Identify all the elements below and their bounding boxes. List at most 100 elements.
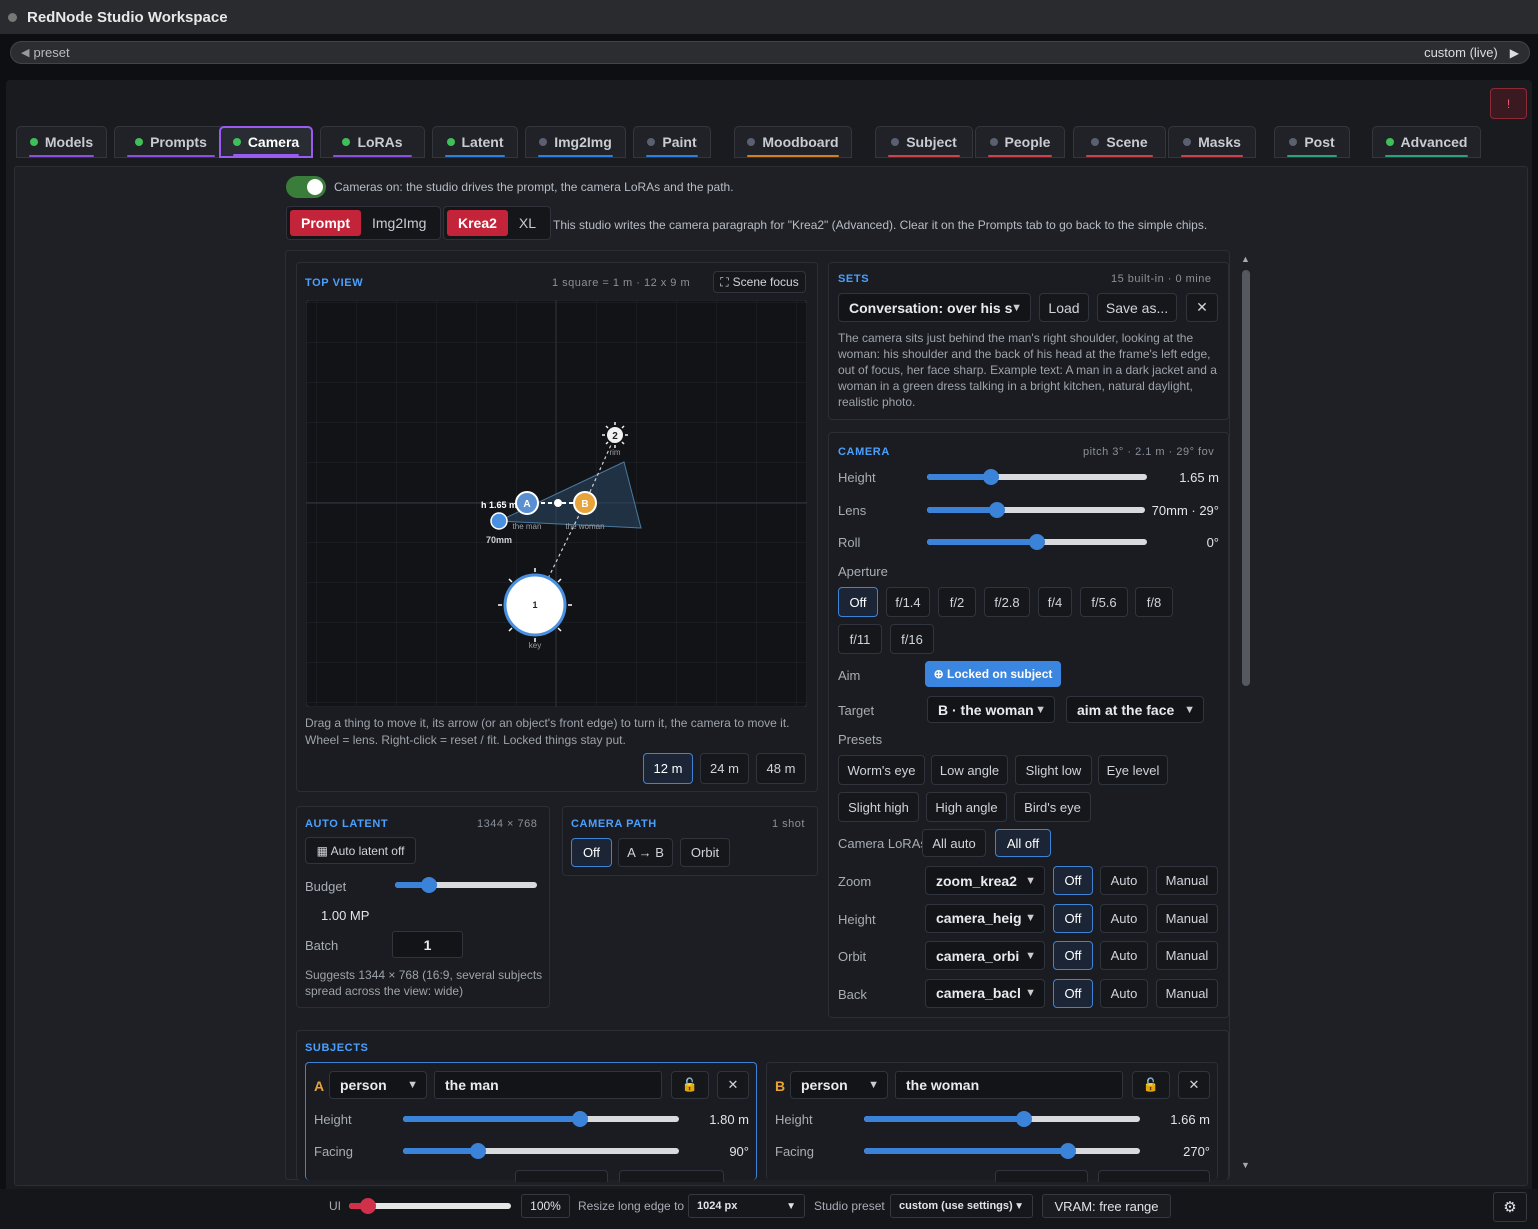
camera-preset-button[interactable]: Worm's eye bbox=[838, 755, 925, 785]
lora-mode-off-button[interactable]: Off bbox=[1053, 866, 1093, 895]
tab-camera[interactable]: Camera bbox=[219, 126, 313, 158]
ui-scale-value[interactable]: 100% bbox=[521, 1194, 570, 1218]
model-krea2-button[interactable]: Krea2 bbox=[447, 210, 508, 236]
subject-name-input[interactable]: the man bbox=[434, 1071, 662, 1099]
sets-load-button[interactable]: Load bbox=[1039, 293, 1089, 322]
preset-bar[interactable]: ◀ preset custom (live) ▶ bbox=[10, 41, 1530, 64]
subject-type-select[interactable]: person ▼ bbox=[790, 1071, 888, 1099]
tab-subject[interactable]: Subject bbox=[875, 126, 973, 158]
aperture-option[interactable]: f/2.8 bbox=[984, 587, 1030, 617]
subject-height-slider[interactable] bbox=[403, 1111, 679, 1127]
tab-img2img[interactable]: Img2Img bbox=[525, 126, 626, 158]
alert-button[interactable]: ! bbox=[1490, 88, 1527, 119]
lora-select[interactable]: camera_heig ▼ bbox=[925, 903, 1045, 933]
close-icon[interactable]: ✕ bbox=[1178, 1071, 1210, 1099]
lora-mode-auto-button[interactable]: Auto bbox=[1100, 903, 1148, 933]
tab-loras[interactable]: LoRAs bbox=[320, 126, 425, 158]
camera-preset-button[interactable]: Slight low bbox=[1015, 755, 1092, 785]
play-icon[interactable]: ▶ bbox=[1510, 46, 1519, 60]
studio-preset-select[interactable]: custom (use settings) ▼ bbox=[890, 1194, 1033, 1218]
lora-select[interactable]: camera_orbi ▼ bbox=[925, 941, 1045, 970]
lora-mode-manual-button[interactable]: Manual bbox=[1156, 978, 1218, 1008]
subject-type-select[interactable]: person ▼ bbox=[329, 1071, 427, 1099]
camera-height-slider[interactable] bbox=[927, 469, 1147, 485]
camera-preset-button[interactable]: Slight high bbox=[838, 792, 919, 822]
subject-facing-slider[interactable] bbox=[864, 1143, 1140, 1159]
subject-facing-slider[interactable] bbox=[403, 1143, 679, 1159]
slider-knob[interactable] bbox=[571, 1111, 588, 1127]
subject-action-button[interactable] bbox=[995, 1170, 1088, 1182]
camera-lens-slider[interactable] bbox=[927, 502, 1145, 518]
content-scrollbar[interactable]: ▲ ▼ bbox=[1240, 252, 1252, 1176]
aim-locked-button[interactable]: ⊕ Locked on subject bbox=[925, 661, 1061, 687]
slider-knob[interactable] bbox=[1029, 534, 1045, 550]
scale-48m-button[interactable]: 48 m bbox=[756, 753, 806, 784]
lora-mode-off-button[interactable]: Off bbox=[1053, 903, 1093, 933]
mode-img2img-button[interactable]: Img2Img bbox=[361, 210, 437, 236]
slider-knob[interactable] bbox=[982, 469, 999, 485]
path-orbit-button[interactable]: Orbit bbox=[680, 838, 730, 867]
scroll-up-icon[interactable]: ▲ bbox=[1241, 254, 1250, 264]
tab-people[interactable]: People bbox=[975, 126, 1065, 158]
camera-preset-button[interactable]: Low angle bbox=[931, 755, 1008, 785]
tab-prompts[interactable]: Prompts bbox=[114, 126, 228, 158]
lora-mode-off-button[interactable]: Off bbox=[1053, 941, 1093, 970]
slider-knob[interactable] bbox=[469, 1143, 486, 1159]
subject-action-button[interactable] bbox=[619, 1170, 724, 1182]
tab-models[interactable]: Models bbox=[16, 126, 107, 158]
scrollbar-thumb[interactable] bbox=[1242, 270, 1250, 686]
slider-knob[interactable] bbox=[1016, 1111, 1033, 1127]
camera-preset-button[interactable]: Bird's eye bbox=[1014, 792, 1091, 822]
lock-icon[interactable]: 🔓 bbox=[1132, 1071, 1170, 1099]
slider-knob[interactable] bbox=[988, 502, 1005, 518]
scale-12m-button[interactable]: 12 m bbox=[643, 753, 693, 784]
lock-icon[interactable]: 🔓 bbox=[671, 1071, 709, 1099]
aperture-option[interactable]: f/11 bbox=[838, 624, 882, 654]
aperture-option[interactable]: f/16 bbox=[890, 624, 934, 654]
aperture-option[interactable]: f/8 bbox=[1135, 587, 1173, 617]
aperture-option[interactable]: f/2 bbox=[938, 587, 976, 617]
lora-select[interactable]: camera_bacl ▼ bbox=[925, 978, 1045, 1008]
resize-select[interactable]: 1024 px ▼ bbox=[688, 1194, 805, 1218]
ab-midpoint-handle[interactable] bbox=[554, 499, 562, 507]
slider-knob[interactable] bbox=[421, 877, 438, 893]
tab-latent[interactable]: Latent bbox=[432, 126, 518, 158]
lora-select[interactable]: zoom_krea2 ▼ bbox=[925, 866, 1045, 895]
tab-moodboard[interactable]: Moodboard bbox=[734, 126, 852, 158]
scene-focus-button[interactable]: ⛶ Scene focus bbox=[713, 271, 806, 293]
subject-height-slider[interactable] bbox=[864, 1111, 1140, 1127]
path-a-to-b-button[interactable]: A → B bbox=[618, 838, 673, 867]
aperture-option[interactable]: f/1.4 bbox=[886, 587, 930, 617]
subject-name-input[interactable]: the woman bbox=[895, 1071, 1123, 1099]
sets-close-icon[interactable]: ✕ bbox=[1186, 293, 1218, 322]
close-icon[interactable]: ✕ bbox=[717, 1071, 749, 1099]
aperture-option[interactable]: Off bbox=[838, 587, 878, 617]
ui-scale-slider[interactable] bbox=[349, 1198, 511, 1214]
lora-mode-auto-button[interactable]: Auto bbox=[1100, 941, 1148, 970]
subject-action-button[interactable] bbox=[1098, 1170, 1210, 1182]
target-mode-select[interactable]: aim at the face ▼ bbox=[1066, 696, 1204, 723]
aperture-option[interactable]: f/5.6 bbox=[1080, 587, 1128, 617]
lora-mode-off-button[interactable]: Off bbox=[1053, 978, 1093, 1008]
model-xl-button[interactable]: XL bbox=[508, 210, 547, 236]
auto-latent-toggle-button[interactable]: ▦ Auto latent off bbox=[305, 837, 416, 864]
tab-advanced[interactable]: Advanced bbox=[1372, 126, 1481, 158]
tab-paint[interactable]: Paint bbox=[633, 126, 711, 158]
cameras-toggle[interactable] bbox=[286, 176, 326, 198]
top-view-canvas[interactable]: 2 rim A the man B the woman h 1.65 m 70m… bbox=[306, 300, 807, 707]
mode-prompt-button[interactable]: Prompt bbox=[290, 210, 361, 236]
lora-mode-manual-button[interactable]: Manual bbox=[1156, 941, 1218, 970]
lora-mode-auto-button[interactable]: Auto bbox=[1100, 978, 1148, 1008]
camera-roll-slider[interactable] bbox=[927, 534, 1147, 550]
sets-save-button[interactable]: Save as... bbox=[1097, 293, 1177, 322]
scroll-down-icon[interactable]: ▼ bbox=[1241, 1160, 1250, 1170]
scale-24m-button[interactable]: 24 m bbox=[700, 753, 749, 784]
loras-all-off-button[interactable]: All off bbox=[995, 829, 1051, 857]
budget-slider[interactable] bbox=[395, 877, 537, 893]
camera-preset-button[interactable]: Eye level bbox=[1098, 755, 1168, 785]
tab-post[interactable]: Post bbox=[1274, 126, 1350, 158]
sets-select[interactable]: Conversation: over his s ▼ bbox=[838, 293, 1031, 322]
lora-mode-manual-button[interactable]: Manual bbox=[1156, 866, 1218, 895]
subject-action-button[interactable] bbox=[515, 1170, 608, 1182]
aperture-option[interactable]: f/4 bbox=[1038, 587, 1072, 617]
